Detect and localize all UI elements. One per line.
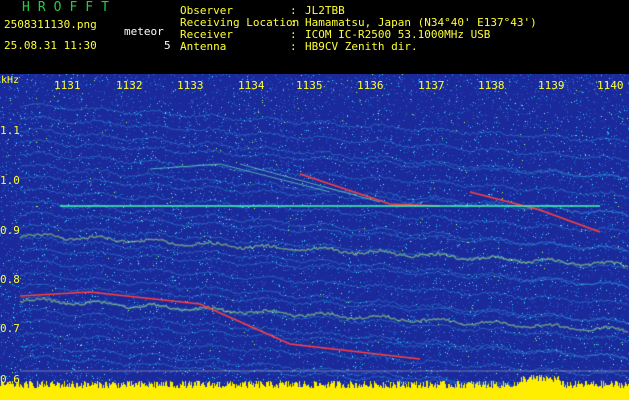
x-tick-label: 1133: [177, 79, 204, 92]
x-tick-label: 1136: [357, 79, 384, 92]
y-tick-label: 0.8: [0, 273, 20, 286]
antenna-label: Antenna: [180, 40, 227, 53]
header-panel: HROFFT 2508311130.png meteor 25.08.31 11…: [0, 0, 629, 74]
x-tick-label: 1137: [418, 79, 445, 92]
meteor-label: meteor: [124, 25, 164, 38]
spectrogram: [0, 74, 629, 400]
x-tick-label: 1140: [597, 79, 624, 92]
x-tick-label: 1138: [478, 79, 505, 92]
antenna-value: HB9CV Zenith dir.: [305, 40, 418, 53]
y-tick-label: 1.1: [0, 124, 20, 137]
y-tick-label: 1.0: [0, 174, 20, 187]
x-tick-label: 1139: [538, 79, 565, 92]
timestamp: 25.08.31 11:30: [4, 39, 97, 52]
x-tick-label: 1135: [296, 79, 323, 92]
y-unit-label: kHz: [1, 75, 20, 86]
antenna-sep: :: [290, 40, 297, 53]
y-tick-label: 0.9: [0, 224, 20, 237]
x-tick-label: 1131: [54, 79, 81, 92]
app-title: HROFFT: [22, 0, 117, 15]
y-tick-label: 0.7: [0, 322, 20, 335]
x-tick-label: 1134: [238, 79, 265, 92]
y-tick-label: 0.6: [0, 373, 20, 386]
file-name: 2508311130.png: [4, 18, 97, 31]
x-tick-label: 1132: [116, 79, 143, 92]
meteor-count: 5: [164, 39, 171, 52]
